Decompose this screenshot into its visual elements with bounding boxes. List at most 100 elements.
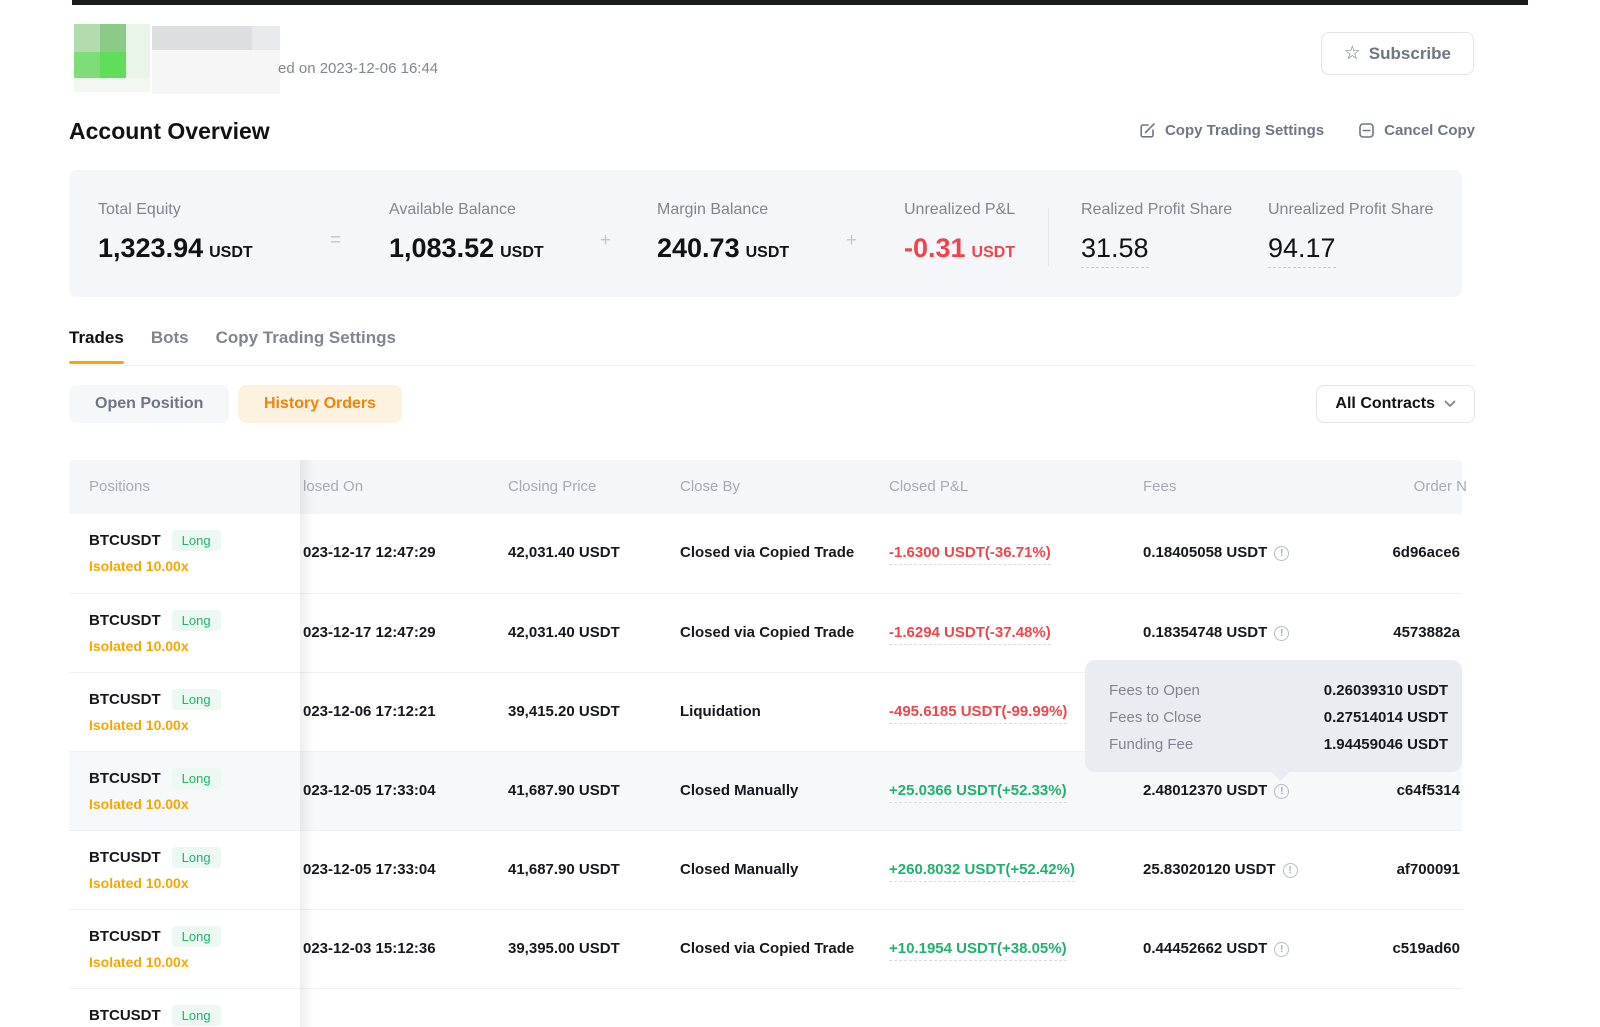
fees-value: 0.18405058 USDT (1143, 544, 1267, 561)
position-leverage: Isolated 10.00x (89, 796, 221, 812)
position-leverage: Isolated 10.00x (89, 954, 221, 970)
closed-pnl-value[interactable]: +10.1954 USDT(+38.05%) (889, 940, 1067, 961)
page-title: Account Overview (69, 118, 270, 145)
side-badge: Long (172, 530, 221, 551)
close-by-cell: Closed via Copied Trade (680, 910, 854, 988)
closing-price-cell: 41,687.90 USDT (508, 752, 620, 830)
closed-on-cell: 023-12-05 17:33:04 (303, 752, 436, 830)
col-positions: Positions (89, 460, 150, 514)
equals-operator: = (330, 230, 341, 252)
tooltip-label: Funding Fee (1109, 736, 1193, 753)
fees-breakdown-tooltip: Fees to Open 0.26039310 USDT Fees to Clo… (1085, 660, 1462, 772)
closed-pnl-value[interactable]: +260.8032 USDT(+52.42%) (889, 861, 1075, 882)
tab-label: Bots (151, 328, 189, 347)
side-badge: Long (172, 689, 221, 710)
col-order-no: Order N (1414, 460, 1467, 514)
table-row[interactable]: BTCUSDT Long Isolated 10.00x 023-12-05 1… (69, 830, 1462, 909)
position-cell: BTCUSDT Long Isolated 10.00x (89, 530, 221, 574)
stat-label: Total Equity (98, 201, 181, 219)
copy-trading-settings-label: Copy Trading Settings (1165, 122, 1324, 139)
trader-name-blurred (252, 26, 280, 50)
fees-value: 0.44452662 USDT (1143, 940, 1267, 957)
closed-on-cell: 023-12-17 12:47:29 (303, 514, 436, 592)
filter-row: Open Position History Orders All Contrac… (69, 385, 1475, 423)
closing-price-cell: 42,031.40 USDT (508, 514, 620, 592)
position-cell: BTCUSDT Long Isolated 10.00x (89, 926, 221, 970)
closing-price-cell: 39,415.20 USDT (508, 673, 620, 751)
position-cell: BTCUSDT Long Isolated 10.00x (89, 689, 221, 733)
position-cell: BTCUSDT Long (89, 1005, 221, 1027)
fees-info-icon[interactable]: ! (1274, 784, 1289, 799)
order-no-cell: 6d96ace6 (1392, 514, 1460, 592)
trader-name-blurred (152, 26, 252, 50)
closed-on-cell: 023-12-03 15:12:36 (303, 910, 436, 988)
account-stats-bar: Total Equity 1,323.94 USDT = Available Ba… (69, 170, 1462, 297)
tab-copy-trading-settings[interactable]: Copy Trading Settings (216, 322, 396, 362)
stat-value: 94.17 (1268, 233, 1336, 268)
open-position-button[interactable]: Open Position (69, 385, 229, 423)
close-by-cell: Closed Manually (680, 831, 798, 909)
stat-unit: USDT (500, 244, 544, 261)
table-row[interactable]: BTCUSDT Long (69, 988, 1462, 1027)
stats-divider (1048, 208, 1049, 266)
cancel-copy-link[interactable]: Cancel Copy (1358, 122, 1475, 139)
fees-info-icon[interactable]: ! (1283, 863, 1298, 878)
history-orders-button[interactable]: History Orders (238, 385, 402, 423)
col-closed-pnl: Closed P&L (889, 460, 968, 514)
subscribe-button[interactable]: ☆ Subscribe (1321, 32, 1474, 75)
closed-pnl-value[interactable]: -495.6185 USDT(-99.99%) (889, 703, 1067, 724)
closing-price-cell: 41,687.90 USDT (508, 831, 620, 909)
stat-label: Available Balance (389, 201, 516, 219)
position-symbol: BTCUSDT (89, 849, 161, 866)
table-row[interactable]: BTCUSDT Long Isolated 10.00x 023-12-03 1… (69, 909, 1462, 988)
stat-value: -0.31 (904, 233, 966, 263)
stat-value: 1,323.94 (98, 233, 203, 263)
col-close-by: Close By (680, 460, 740, 514)
plus-operator: + (846, 230, 857, 252)
fees-info-icon[interactable]: ! (1274, 546, 1289, 561)
active-tab-indicator (69, 361, 124, 364)
copy-trading-settings-link[interactable]: Copy Trading Settings (1139, 122, 1324, 139)
side-badge: Long (172, 847, 221, 868)
position-symbol: BTCUSDT (89, 1007, 161, 1024)
trader-avatar (100, 24, 126, 52)
contracts-dropdown[interactable]: All Contracts (1316, 385, 1475, 423)
fees-info-icon[interactable]: ! (1274, 626, 1289, 641)
col-closing-price: Closing Price (508, 460, 596, 514)
closed-pnl-value[interactable]: -1.6300 USDT(-36.71%) (889, 544, 1051, 565)
edit-icon (1139, 122, 1156, 139)
stat-value: 31.58 (1081, 233, 1149, 268)
stat-label: Margin Balance (657, 201, 768, 219)
closed-pnl-value[interactable]: +25.0366 USDT(+52.33%) (889, 782, 1067, 803)
tab-trades[interactable]: Trades (69, 322, 124, 362)
fees-info-icon[interactable]: ! (1274, 942, 1289, 957)
stat-value: 1,083.52 (389, 233, 494, 263)
chevron-down-icon (1444, 395, 1456, 413)
col-fees: Fees (1143, 460, 1176, 514)
side-badge: Long (172, 1005, 221, 1026)
closed-pnl-value[interactable]: -1.6294 USDT(-37.48%) (889, 624, 1051, 645)
tooltip-value: 1.94459046 USDT (1324, 736, 1448, 753)
col-closed-on: losed On (303, 460, 363, 514)
position-leverage: Isolated 10.00x (89, 717, 221, 733)
tab-label: Trades (69, 328, 124, 347)
trader-name-blurred (152, 50, 280, 94)
closed-on-cell: 023-12-06 17:12:21 (303, 673, 436, 751)
table-header: Positions losed On Closing Price Close B… (69, 460, 1462, 514)
tab-bots[interactable]: Bots (151, 322, 189, 362)
tab-label: Copy Trading Settings (216, 328, 396, 347)
position-cell: BTCUSDT Long Isolated 10.00x (89, 610, 221, 654)
tooltip-label: Fees to Open (1109, 682, 1200, 699)
star-icon: ☆ (1344, 44, 1361, 63)
position-symbol: BTCUSDT (89, 770, 161, 787)
position-cell: BTCUSDT Long Isolated 10.00x (89, 768, 221, 812)
fees-value: 0.18354748 USDT (1143, 624, 1267, 641)
stat-unit: USDT (972, 244, 1016, 261)
position-symbol: BTCUSDT (89, 532, 161, 549)
copy-trading-page: ed on 2023-12-06 16:44 ☆ Subscribe Accou… (0, 0, 1600, 1027)
trader-avatar (126, 24, 150, 78)
side-badge: Long (172, 610, 221, 631)
subscribe-label: Subscribe (1369, 44, 1451, 64)
table-row[interactable]: BTCUSDT Long Isolated 10.00x 023-12-17 1… (69, 514, 1462, 593)
stat-label: Realized Profit Share (1081, 201, 1232, 219)
